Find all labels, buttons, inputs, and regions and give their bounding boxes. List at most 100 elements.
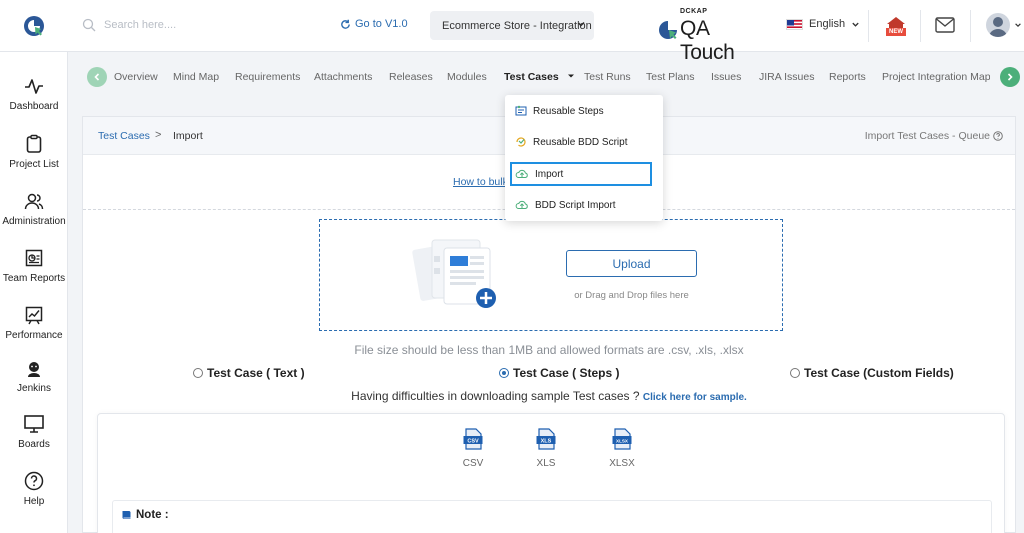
whats-new-button[interactable]: NEW [884, 14, 908, 38]
sidebar-item-team-reports[interactable]: Team Reports [0, 248, 68, 284]
csv-icon-text: CSV [467, 438, 479, 444]
tab-releases[interactable]: Releases [389, 71, 433, 83]
note-section: Note : [112, 500, 992, 533]
sample-download-link[interactable]: Click here for sample. [643, 392, 747, 403]
search-icon [82, 18, 96, 32]
menu-item-import[interactable]: Import [510, 162, 652, 186]
project-selected-value: Ecommerce Store - Integration [442, 19, 592, 32]
menu-item-label: Reusable BDD Script [533, 136, 628, 148]
xls-sample-download[interactable]: XLS XLS [526, 428, 566, 469]
sidebar-item-administration[interactable]: Administration [0, 191, 68, 227]
sidebar-item-dashboard[interactable]: Dashboard [0, 76, 68, 112]
tab-reports[interactable]: Reports [829, 71, 866, 83]
sidebar-item-performance[interactable]: Performance [0, 305, 68, 341]
brand-small-text: DCKAP [680, 8, 708, 15]
language-select[interactable]: English [786, 18, 860, 30]
search-input[interactable] [104, 19, 284, 31]
sidebar-item-label: Boards [18, 439, 50, 450]
clipboard-icon [26, 134, 42, 153]
sidebar-item-jenkins[interactable]: Jenkins [0, 360, 68, 394]
sample-download-hint: Having difficulties in downloading sampl… [83, 389, 1015, 403]
tab-requirements[interactable]: Requirements [235, 71, 300, 83]
book-icon [122, 511, 131, 519]
sidebar-item-label: Jenkins [17, 383, 51, 394]
tab-test-plans[interactable]: Test Plans [646, 71, 694, 83]
xlsx-file-icon: XLSX [612, 428, 632, 450]
menu-item-reusable-steps[interactable]: Reusable Steps [513, 100, 653, 122]
header-divider [868, 10, 869, 42]
bdd-script-icon [516, 137, 526, 147]
documents-upload-icon [412, 239, 496, 308]
test-cases-dropdown-menu: Reusable Steps Reusable BDD Script Impor… [505, 95, 663, 221]
sidebar-item-project-list[interactable]: Project List [0, 134, 68, 170]
mail-icon[interactable] [935, 17, 955, 33]
user-avatar[interactable] [986, 13, 1010, 37]
sidebar-item-label: Team Reports [2, 273, 66, 284]
tab-overview[interactable]: Overview [114, 71, 158, 83]
tab-test-cases-label: Test Cases [504, 71, 559, 83]
upload-button[interactable]: Upload [566, 250, 697, 277]
radio-button[interactable] [193, 368, 203, 378]
tab-test-cases[interactable]: Test Cases [504, 71, 575, 83]
how-to-bulk-import-link[interactable]: How to bulk [453, 176, 508, 188]
file-drop-zone[interactable]: Upload or Drag and Drop files here [319, 219, 783, 331]
tabs-scroll-right-button[interactable] [1000, 67, 1020, 87]
search-box[interactable] [82, 12, 302, 38]
tab-mind-map[interactable]: Mind Map [173, 71, 219, 83]
app-logo-icon[interactable] [22, 14, 46, 38]
sidebar-item-boards[interactable]: Boards [0, 414, 68, 450]
tab-attachments[interactable]: Attachments [314, 71, 372, 83]
menu-item-reusable-bdd-script[interactable]: Reusable BDD Script [513, 131, 653, 153]
format-label: CSV [462, 458, 484, 469]
radio-test-case-custom-fields[interactable]: Test Case (Custom Fields) [790, 366, 954, 380]
refresh-icon [341, 19, 350, 29]
tab-project-integration-mapping[interactable]: Project Integration Mapp [882, 71, 990, 83]
radio-button[interactable] [790, 368, 800, 378]
project-tabs: Overview Mind Map Requirements Attachmen… [80, 60, 1024, 96]
tabs-scroll-left-button[interactable] [87, 67, 107, 87]
csv-sample-download[interactable]: CSV CSV [453, 428, 493, 469]
breadcrumb-current: Import [173, 130, 203, 142]
user-avatar-icon [989, 17, 1007, 37]
chevron-down-icon[interactable] [1014, 21, 1022, 29]
menu-item-label: Import [535, 168, 564, 180]
radio-label: Test Case ( Steps ) [513, 366, 620, 380]
radio-button-selected[interactable] [499, 368, 509, 378]
drag-drop-hint: or Drag and Drop files here [574, 290, 689, 301]
import-queue-label: Import Test Cases - Queue [864, 130, 990, 142]
cloud-upload-icon [515, 169, 528, 178]
xlsx-sample-download[interactable]: XLSX XLSX [602, 428, 642, 469]
breadcrumb-test-cases[interactable]: Test Cases [98, 130, 150, 142]
goto-v1-link[interactable]: Go to V1.0 [340, 18, 408, 30]
tab-test-runs[interactable]: Test Runs [584, 71, 631, 83]
project-select[interactable]: Ecommerce Store - Integration [430, 11, 594, 40]
format-label: XLS [536, 458, 556, 469]
radio-test-case-steps[interactable]: Test Case ( Steps ) [499, 366, 619, 380]
sidebar-item-help[interactable]: Help [0, 471, 68, 507]
reusable-steps-icon [515, 105, 527, 116]
users-icon [24, 193, 44, 210]
tab-modules[interactable]: Modules [447, 71, 487, 83]
chevron-down-icon [852, 22, 859, 27]
menu-item-label: Reusable Steps [533, 105, 604, 117]
chevron-left-icon [94, 73, 100, 81]
xls-icon-text: XLS [541, 438, 552, 444]
tab-issues[interactable]: Issues [711, 71, 741, 83]
format-label: XLSX [609, 458, 635, 469]
sidebar-item-label: Dashboard [9, 101, 59, 112]
tab-jira-issues[interactable]: JIRA Issues [759, 71, 814, 83]
cloud-upload-icon [515, 200, 528, 209]
brand-name: QA Touch [680, 17, 735, 64]
top-bar: Go to V1.0 Ecommerce Store - Integration… [0, 0, 1024, 64]
menu-item-bdd-script-import[interactable]: BDD Script Import [513, 194, 653, 216]
import-queue-link[interactable]: Import Test Cases - Queue [865, 130, 1003, 142]
question-circle-icon [993, 131, 1003, 141]
sample-formats-card: CSV CSV XLS XLS XLSX XLSX Note : [97, 413, 1005, 533]
chevron-down-icon [577, 21, 585, 27]
sample-hint-text: Having difficulties in downloading sampl… [351, 389, 643, 403]
note-heading: Note : [121, 509, 169, 521]
goto-label: Go to V1.0 [355, 18, 408, 30]
radio-test-case-text[interactable]: Test Case ( Text ) [193, 366, 305, 380]
sidebar-item-label: Help [23, 496, 45, 507]
menu-item-label: BDD Script Import [535, 199, 616, 211]
